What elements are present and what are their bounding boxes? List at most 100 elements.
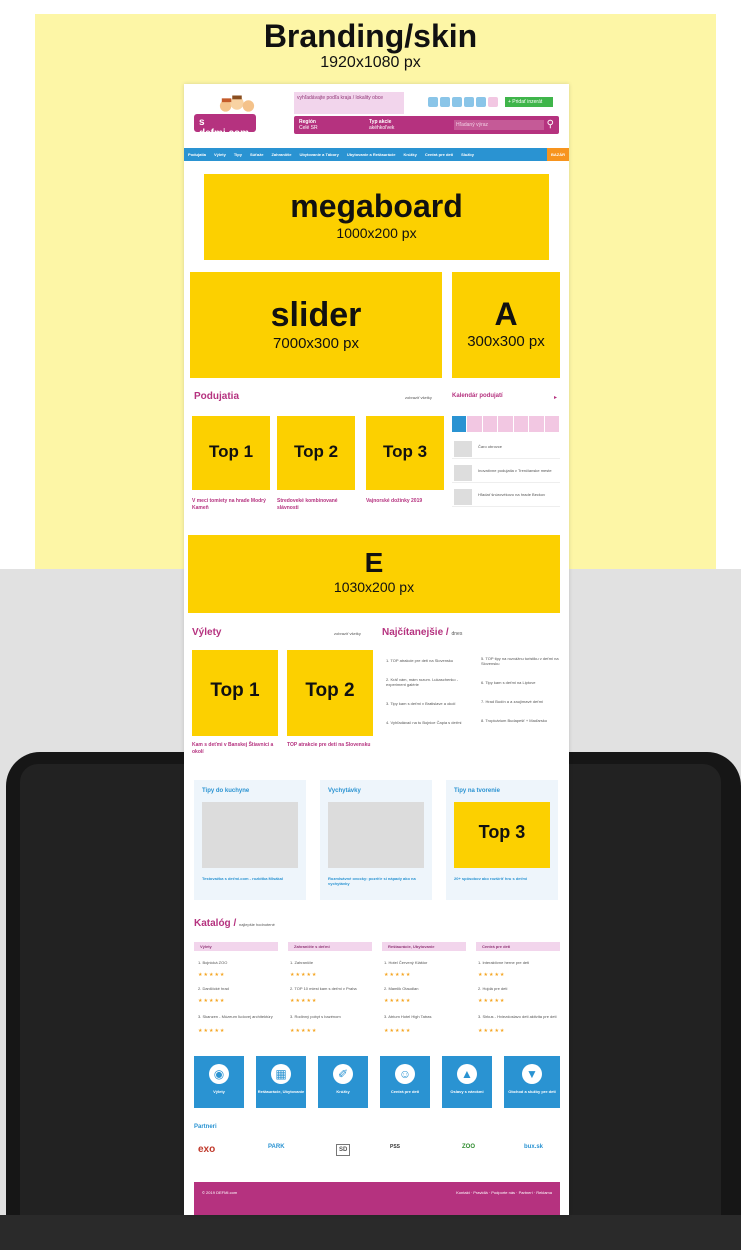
partner-logo[interactable]: ZOO — [462, 1144, 475, 1150]
icon-tile-kruzky[interactable]: ✐ Krúžky — [318, 1056, 368, 1108]
facebook-icon[interactable] — [428, 97, 438, 107]
partner-logo[interactable]: exo — [198, 1144, 215, 1155]
footer-link[interactable]: Kontakt — [456, 1190, 470, 1195]
footer-link[interactable]: Reklama — [536, 1190, 552, 1195]
icon-tile-oslavy[interactable]: ▲ Oslavy s nárokmi — [442, 1056, 492, 1108]
catalog-column-head[interactable]: Zahraničie s deťmi — [288, 942, 372, 951]
add-ad-button[interactable]: + Pridať inzerát — [505, 97, 553, 107]
catalog-item[interactable]: 3. Atrium Hotel High Tatras — [384, 1014, 464, 1019]
list-item[interactable]: 2. Kráľ vám, mám rozum. Lukaschenko - ex… — [386, 677, 468, 687]
podujatia-tile-2[interactable]: Top 2 — [277, 416, 355, 490]
search-input[interactable]: Hľadaný výraz — [454, 120, 544, 130]
calendar-item[interactable]: Čaro obrovce — [452, 439, 560, 459]
vylety-tile-2[interactable]: Top 2 — [287, 650, 373, 736]
list-item[interactable]: 7. Hrad Budín a a zaujímavé deťmi — [481, 699, 559, 704]
catalog-item[interactable]: 3. Skanzen - Múzeum ľudovej architektúry — [198, 1014, 278, 1019]
podujatia-title: Podujatia — [194, 391, 240, 402]
catalog-item[interactable]: 1. Bojnická ZOO — [198, 960, 278, 965]
footer-link[interactable]: Podporte nás — [491, 1190, 515, 1195]
podujatia-caption[interactable]: Vajnorské dožinky 2019 — [366, 498, 444, 505]
search-icon[interactable]: ⚲ — [547, 119, 554, 130]
partner-logo[interactable]: bux.sk — [524, 1144, 543, 1150]
vylety-caption[interactable]: TOP atrakcie pre deti na Slovensku — [287, 742, 373, 749]
catalog-item[interactable]: 2. Hojdá pre deti — [478, 986, 558, 991]
icon-tile-obchod[interactable]: ▼ Obchod a služby pre deti — [504, 1056, 560, 1108]
partner-logo[interactable]: SD — [336, 1144, 351, 1156]
instagram-icon[interactable] — [452, 97, 462, 107]
podujatia-all-link[interactable]: zobraziť všetky — [405, 395, 432, 400]
calendar-day[interactable] — [482, 416, 498, 432]
nav-item[interactable]: Krúžky — [400, 148, 421, 161]
calendar-day[interactable] — [467, 416, 482, 432]
megaboard-ad[interactable]: megaboard 1000x200 px — [204, 174, 549, 260]
footer-copyright: © 2019 DEFMI.com — [202, 1190, 238, 1195]
nav-item[interactable]: Výlety — [210, 148, 230, 161]
chevron-right-icon[interactable]: ▸ — [554, 394, 557, 401]
catalog-item[interactable]: 2. Danlčické hrad — [198, 986, 278, 991]
list-item[interactable]: 8. Tropicárium Budapešť + Maďarsko — [481, 718, 559, 723]
calendar-day[interactable] — [513, 416, 529, 432]
nav-item[interactable]: Zahraničie — [267, 148, 295, 161]
footer-link[interactable]: Pravidlá — [473, 1190, 487, 1195]
catalog-item[interactable]: 1. Hotel Červený Kláštor — [384, 960, 464, 965]
site-logo[interactable]: s defmi.com — [194, 114, 256, 139]
nav-item[interactable]: Služby — [457, 148, 478, 161]
list-item[interactable]: 4. Vyhľadávač na tu Bojnice Čapia s deťm… — [386, 720, 468, 725]
youtube-icon[interactable] — [476, 97, 486, 107]
catalog-column-head[interactable]: Reštaurácie, Ubytovanie — [382, 942, 466, 951]
vylety-caption[interactable]: Kam s deťmi v Banskej Štiavnici a okolí — [192, 742, 278, 756]
slider-ad[interactable]: slider 7000x300 px — [190, 272, 442, 378]
calendar-day[interactable] — [544, 416, 559, 432]
pinterest-icon[interactable] — [464, 97, 474, 107]
list-item[interactable]: 3. Tipy kam s deťmi v Bratislave a okolí — [386, 701, 468, 706]
catalog-item[interactable]: 1. Zahraničie — [290, 960, 370, 965]
calendar-item[interactable]: Hľadať šnúrovékovo na hrade Beckov — [452, 487, 560, 507]
podujatia-caption[interactable]: Stredoveké kombinované slávnosti — [277, 498, 355, 512]
vylety-title: Výlety — [192, 627, 222, 638]
vylety-all-link[interactable]: zobraziť všetky — [334, 631, 361, 636]
calendar-day[interactable] — [452, 416, 467, 432]
podujatia-caption[interactable]: V meci tomiety na hrade Modrý Kameň — [192, 498, 270, 512]
twitter-icon[interactable] — [440, 97, 450, 107]
nav-item-bazar[interactable]: BAZÁR — [547, 148, 569, 161]
icon-tile-restauracie[interactable]: ▦ Reštaurácie, Ubytovanie — [256, 1056, 306, 1108]
partner-logo[interactable]: PARK — [268, 1144, 285, 1150]
a-ad[interactable]: A 300x300 px — [452, 272, 560, 378]
podujatia-tile-1[interactable]: Top 1 — [192, 416, 270, 490]
key-icon[interactable] — [488, 97, 498, 107]
catalog-column-head[interactable]: Výlety — [194, 942, 278, 951]
type-select[interactable]: Typ akcie akéhkoľvek — [369, 119, 394, 131]
calendar-item[interactable]: Inovatívne podujatia v Trenčianske meste — [452, 463, 560, 483]
topic-box-kuchyna[interactable]: Tipy do kuchyne Testovačka s deťmi.com -… — [194, 780, 306, 900]
catalog-item[interactable]: 1. Interaktívne herne pre deti — [478, 960, 558, 965]
nav-item[interactable]: Ubytovanie a Reštaurácie — [343, 148, 400, 161]
topic-box-tvorenie[interactable]: Tipy na tvorenie Top 3 20+ spôsobov ako … — [446, 780, 558, 900]
region-select[interactable]: Región Celé SR — [299, 119, 318, 131]
nav-item[interactable]: Podujatia — [184, 148, 210, 161]
catalog-item[interactable]: 2. Mamlik Otaudlan — [384, 986, 464, 991]
nav-item[interactable]: Centrá pre deti — [421, 148, 457, 161]
footer-link[interactable]: Partneri — [519, 1190, 533, 1195]
calendar-day[interactable] — [498, 416, 513, 432]
partner-logo[interactable]: PSS — [390, 1144, 400, 1150]
podujatia-tile-3[interactable]: Top 3 — [366, 416, 444, 490]
catalog-item[interactable]: 2. TOP 10 miest kam s deťmi v Praha — [290, 986, 370, 991]
calendar-days — [452, 416, 560, 432]
catalog-column-head[interactable]: Centrá pre deti — [476, 942, 560, 951]
calendar-day[interactable] — [529, 416, 544, 432]
nav-item[interactable]: Súťaže — [246, 148, 267, 161]
nav-item[interactable]: Tipy — [230, 148, 246, 161]
list-item[interactable]: 6. Tipy kam s deťmi na Liptove — [481, 680, 559, 685]
list-item[interactable]: 1. TOP atrakcie pre deti na Slovensku — [386, 658, 468, 663]
nav-item[interactable]: Ubytovanie a Tábory — [295, 148, 342, 161]
vylety-tile-1[interactable]: Top 1 — [192, 650, 278, 736]
catalog-item[interactable]: 3. Sirkus - Hviezdoslavo deti aktivita p… — [478, 1014, 558, 1019]
thumbnail — [454, 489, 472, 505]
icon-tile-centra[interactable]: ☺ Centrá pre deti — [380, 1056, 430, 1108]
list-item[interactable]: 5. TOP tipy na rozvážnu turistiku v deťm… — [481, 656, 559, 666]
icon-tile-vylety[interactable]: ◉ Výlety — [194, 1056, 244, 1108]
catalog-item[interactable]: 3. Rodinný pobyt s bazénom — [290, 1014, 370, 1019]
e-ad[interactable]: E 1030x200 px — [188, 535, 560, 613]
topic-box-vychytavky[interactable]: Vychytávky Rozmlsávné ovocky: pozriťe si… — [320, 780, 432, 900]
promo-banner[interactable]: vyhľadávajte podľa kraja / lokality obce — [294, 92, 404, 114]
